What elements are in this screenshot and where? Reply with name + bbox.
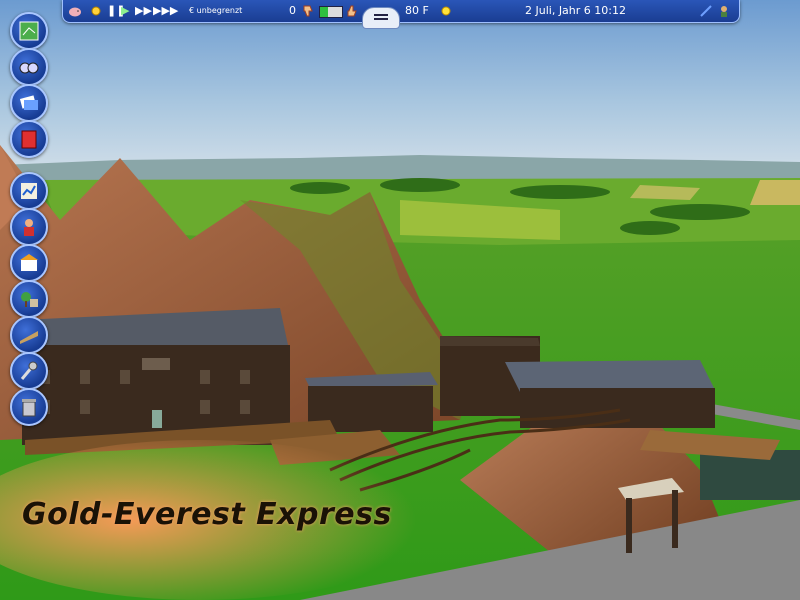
scenery-icon[interactable] <box>10 280 48 318</box>
terrain-tool-icon[interactable] <box>10 352 48 390</box>
ride-name-overlay: Gold-Everest Express <box>22 497 392 532</box>
hotel-building <box>20 308 290 445</box>
sky <box>0 0 800 170</box>
binoculars-icon[interactable] <box>10 48 48 86</box>
menu-icon[interactable] <box>362 7 400 29</box>
sun-weather-icon <box>439 3 453 19</box>
thumbs-down-icon <box>301 3 315 19</box>
money-display: € unbegrenzt <box>189 6 243 15</box>
thumbs-up-icon <box>345 3 359 19</box>
wand-icon[interactable] <box>699 3 713 19</box>
staff-icon[interactable] <box>10 208 48 246</box>
fastest-forward-icon[interactable]: ▶▶▶ <box>153 3 178 19</box>
status-bar: ❚❚ ▶ ▶▶ ▶▶▶ € unbegrenzt 0 80 F 2 Juli, … <box>62 0 740 23</box>
fast-forward-icon[interactable]: ▶▶ <box>135 3 152 19</box>
chart-icon[interactable] <box>10 172 48 210</box>
park-rating-bar <box>319 6 343 18</box>
piggy-bank-icon[interactable] <box>68 3 82 19</box>
temperature: 80 F <box>405 4 429 17</box>
trash-icon[interactable] <box>10 388 48 426</box>
advisor-icon[interactable] <box>717 3 731 19</box>
map-icon[interactable] <box>10 12 48 50</box>
book-icon[interactable] <box>10 120 48 158</box>
tickets-icon[interactable] <box>10 84 48 122</box>
shops-icon[interactable] <box>10 244 48 282</box>
sun-speed-icon[interactable] <box>89 3 103 19</box>
date-time: 2 Juli, Jahr 6 10:12 <box>525 4 626 17</box>
paths-icon[interactable] <box>10 316 48 354</box>
guest-count: 0 <box>289 4 296 17</box>
play-icon[interactable]: ▶ <box>121 3 129 19</box>
